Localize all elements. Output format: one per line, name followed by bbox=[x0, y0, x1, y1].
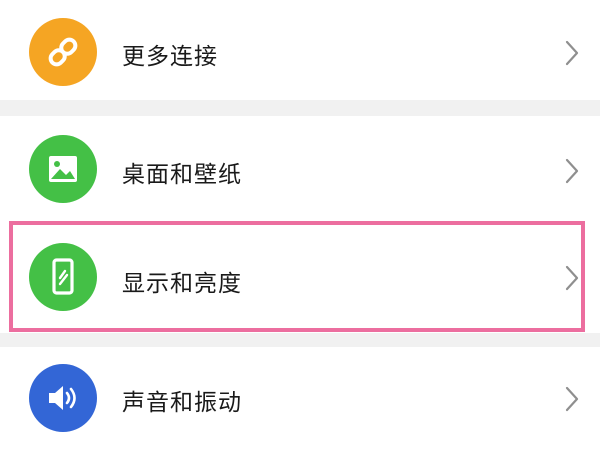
section-separator bbox=[0, 100, 600, 116]
settings-item-label: 显示和亮度 bbox=[122, 271, 242, 297]
chevron-right-icon bbox=[565, 265, 579, 291]
chevron-right-icon bbox=[565, 40, 579, 66]
settings-item-sound-vibration[interactable]: 声音和振动 bbox=[0, 350, 600, 450]
phone-display-icon bbox=[29, 243, 97, 311]
link-icon bbox=[29, 18, 97, 86]
settings-item-label: 桌面和壁纸 bbox=[122, 162, 242, 188]
speaker-icon bbox=[29, 364, 97, 432]
settings-item-label: 声音和振动 bbox=[122, 390, 242, 416]
section-separator bbox=[0, 333, 600, 347]
settings-item-display-brightness[interactable]: 显示和亮度 bbox=[0, 224, 600, 330]
settings-item-more-connections[interactable]: 更多连接 bbox=[0, 8, 600, 98]
chevron-right-icon bbox=[565, 158, 579, 184]
chevron-right-icon bbox=[565, 386, 579, 412]
image-icon bbox=[29, 135, 97, 203]
settings-item-label: 更多连接 bbox=[122, 44, 218, 70]
settings-item-desktop-wallpaper[interactable]: 桌面和壁纸 bbox=[0, 117, 600, 219]
